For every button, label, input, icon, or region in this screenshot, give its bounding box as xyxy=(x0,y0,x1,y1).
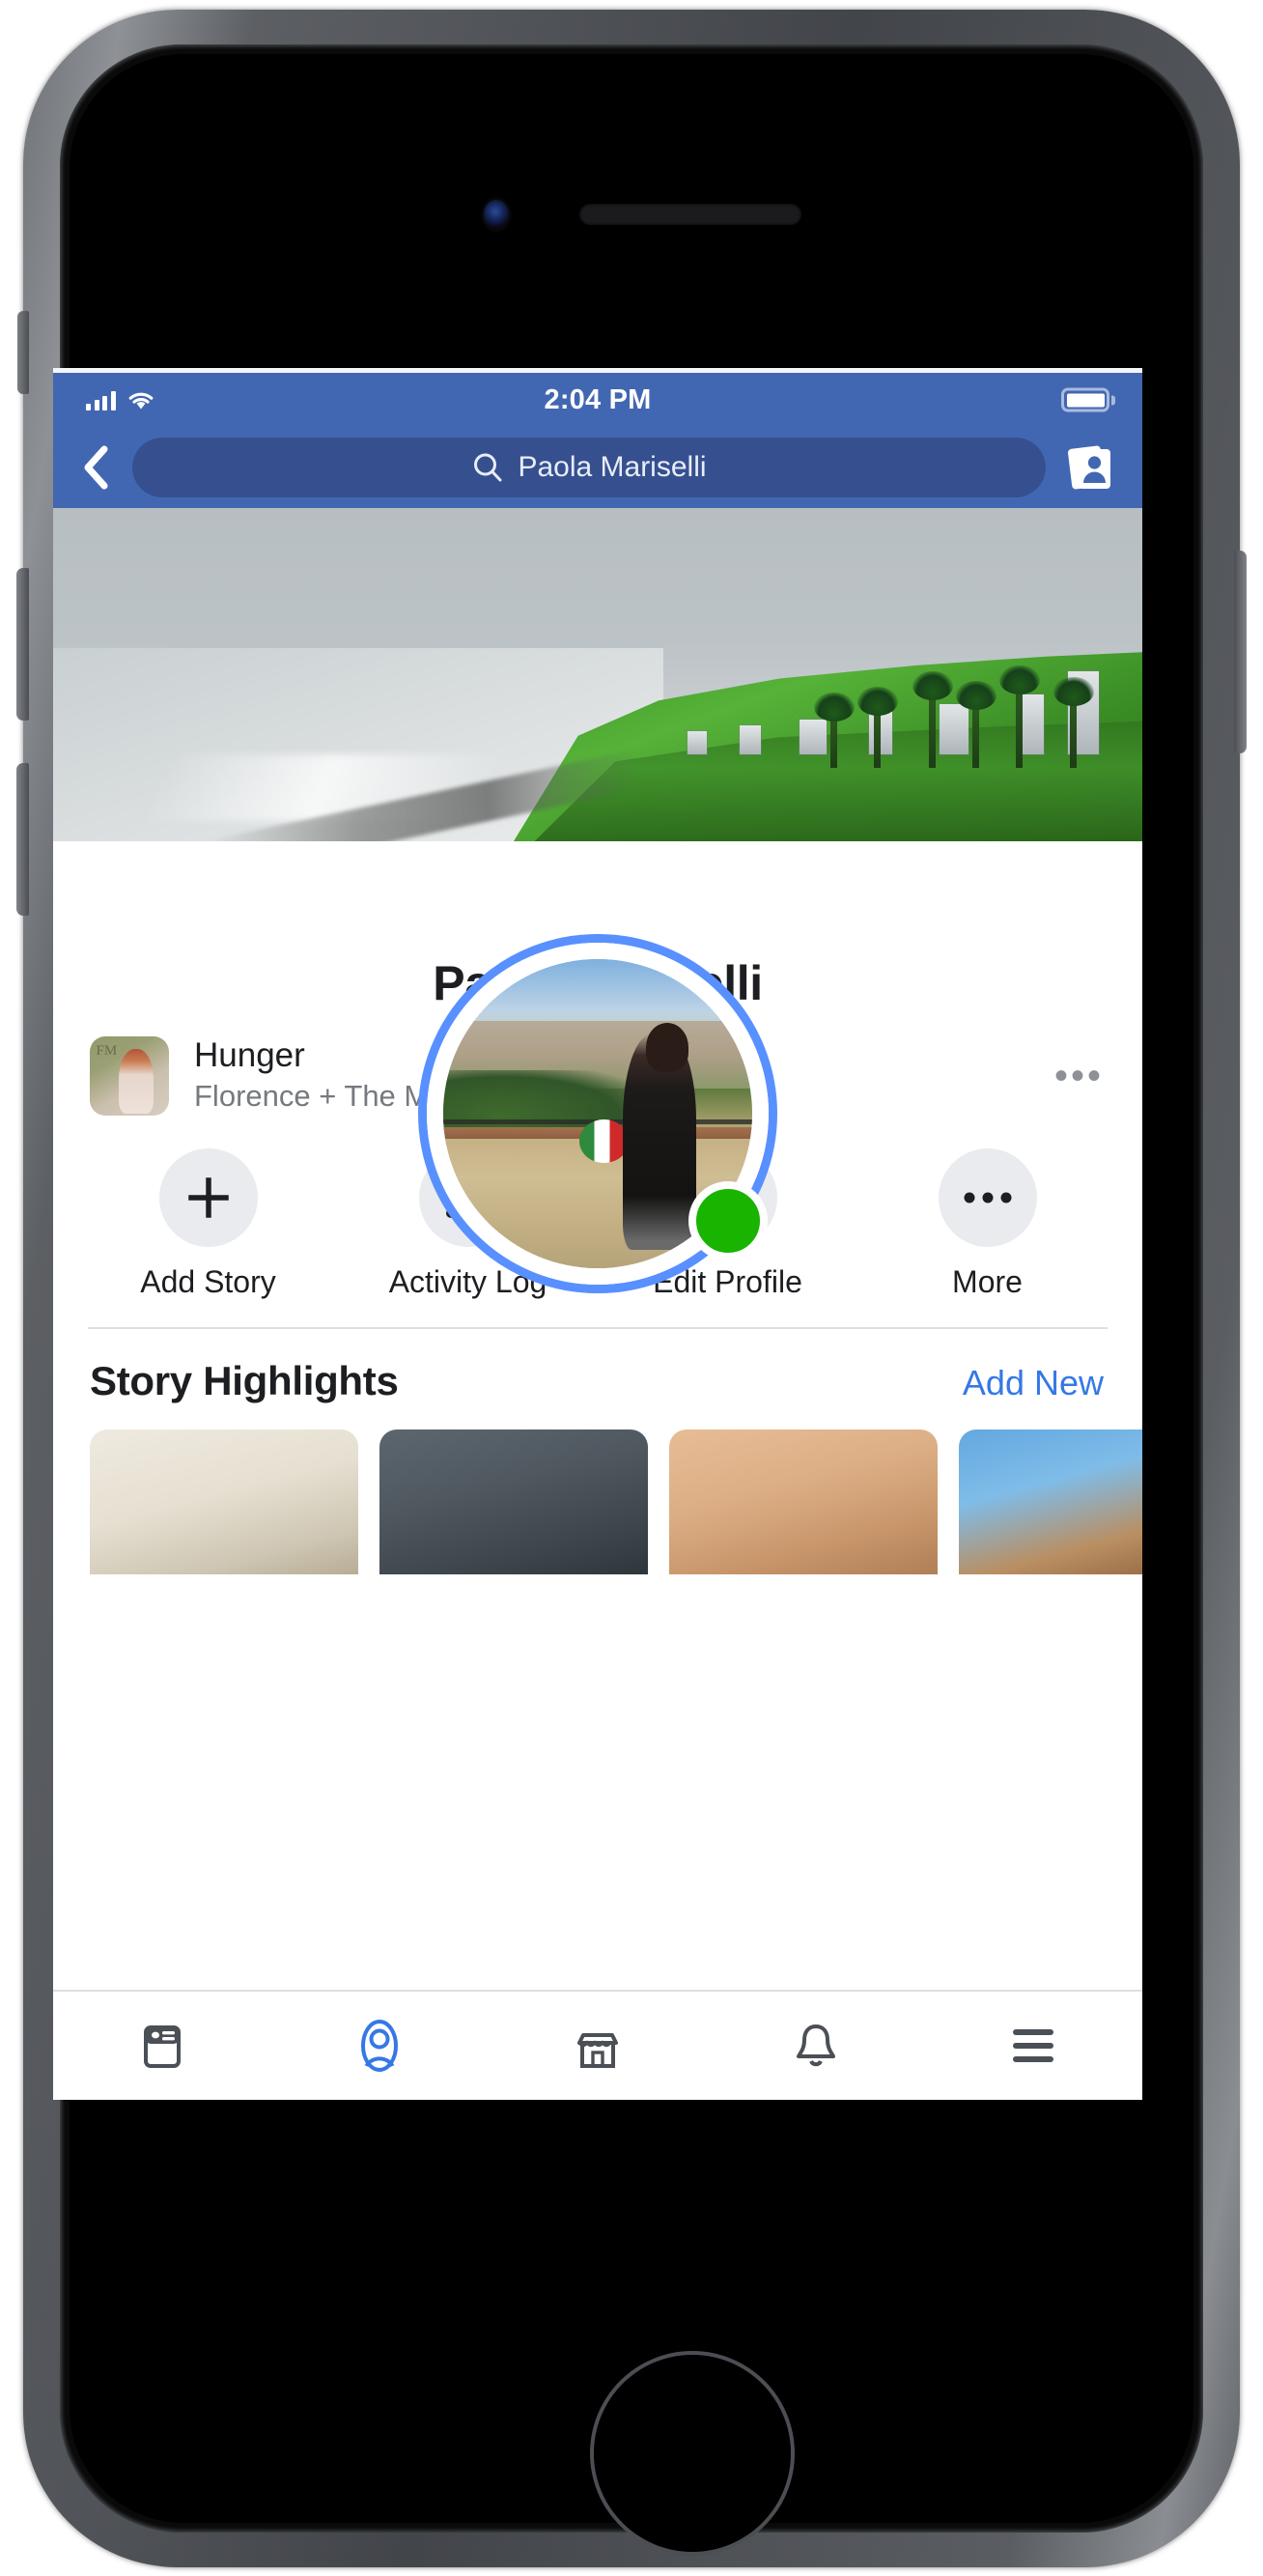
tab-profile[interactable] xyxy=(271,2018,490,2074)
add-new-highlight-button[interactable]: Add New xyxy=(963,1363,1104,1403)
friend-requests-icon[interactable] xyxy=(1061,439,1117,495)
front-camera-icon xyxy=(484,200,509,229)
cover-building xyxy=(799,720,827,755)
profile-picture[interactable] xyxy=(418,934,777,1293)
add-story-button[interactable]: Add Story xyxy=(78,1148,338,1300)
home-button[interactable] xyxy=(594,2355,791,2552)
profile-icon xyxy=(361,2020,399,2072)
cover-building xyxy=(939,704,968,755)
avatar-hair xyxy=(645,1022,689,1072)
story-highlights-strip[interactable] xyxy=(53,1404,1142,1574)
tab-menu[interactable] xyxy=(924,2025,1142,2066)
album-monogram: FM xyxy=(96,1043,118,1060)
tab-marketplace[interactable] xyxy=(489,2020,707,2072)
battery-full-icon xyxy=(1061,387,1109,412)
battery-tip xyxy=(1111,395,1115,405)
menu-hamburger-icon xyxy=(1013,2029,1054,2062)
silent-switch[interactable] xyxy=(17,311,29,394)
search-input-value: Paola Mariselli xyxy=(518,451,707,483)
cover-palm-tree xyxy=(955,681,996,769)
cover-palm-tree xyxy=(814,693,856,769)
more-button[interactable]: More xyxy=(857,1148,1117,1300)
story-highlight-card[interactable] xyxy=(669,1430,938,1574)
cover-palm-tree xyxy=(912,671,953,769)
ellipsis-icon xyxy=(938,1148,1037,1247)
cover-palm-tree xyxy=(857,687,899,769)
status-bar: 2:04 PM xyxy=(53,368,1142,427)
facebook-profile-screen: 2:04 PM Paola Mariselli FM Hunger Floren… xyxy=(53,368,1142,2100)
album-art-thumbnail: FM xyxy=(90,1036,169,1116)
volume-up-button[interactable] xyxy=(16,568,29,721)
earpiece-speaker xyxy=(579,204,801,225)
online-status-badge xyxy=(688,1181,768,1260)
tab-news-feed[interactable] xyxy=(53,2020,271,2072)
navigation-bar: Paola Mariselli xyxy=(53,427,1142,508)
cover-photo[interactable] xyxy=(53,508,1142,841)
status-bar-left xyxy=(86,389,155,410)
cover-palm-tree xyxy=(1053,677,1095,769)
back-chevron-icon[interactable] xyxy=(74,445,117,490)
add-story-label: Add Story xyxy=(140,1264,276,1299)
story-highlights-title: Story Highlights xyxy=(90,1358,399,1403)
notifications-bell-icon xyxy=(796,2024,835,2067)
cover-palm-tree xyxy=(998,665,1040,769)
story-highlight-card[interactable] xyxy=(959,1430,1142,1574)
more-label: More xyxy=(952,1264,1023,1299)
cellular-signal-icon xyxy=(86,391,116,410)
avatar-helmet xyxy=(578,1119,629,1164)
volume-down-button[interactable] xyxy=(16,763,29,916)
status-bar-clock: 2:04 PM xyxy=(544,383,652,415)
story-highlight-card[interactable] xyxy=(379,1430,648,1574)
story-highlights-header: Story Highlights Add New xyxy=(53,1329,1142,1404)
status-bar-right xyxy=(1061,387,1115,412)
cover-building xyxy=(1019,694,1045,755)
power-button[interactable] xyxy=(1234,551,1247,753)
story-highlight-card[interactable] xyxy=(90,1430,358,1574)
plus-icon xyxy=(158,1148,258,1247)
more-options-icon[interactable]: ••• xyxy=(1054,1057,1109,1095)
cover-building xyxy=(740,725,762,755)
marketplace-icon xyxy=(576,2033,618,2068)
bottom-tab-bar xyxy=(53,1990,1142,2100)
news-feed-icon xyxy=(143,2025,181,2068)
search-input[interactable]: Paola Mariselli xyxy=(132,438,1046,497)
cover-building xyxy=(687,731,707,755)
search-icon xyxy=(474,453,502,482)
wifi-icon xyxy=(128,392,153,410)
tab-notifications[interactable] xyxy=(707,2019,925,2073)
